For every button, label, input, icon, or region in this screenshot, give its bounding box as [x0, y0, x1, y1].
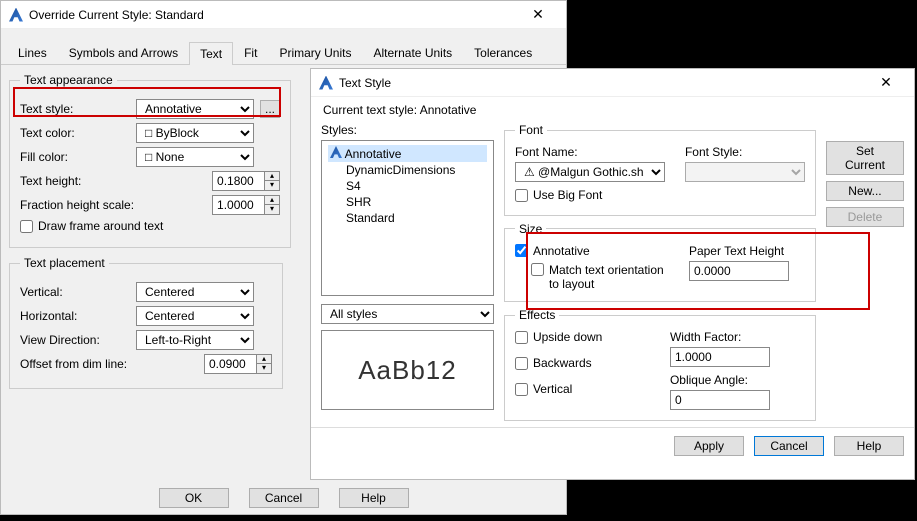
appearance-legend: Text appearance: [20, 73, 117, 87]
text-style-browse-button[interactable]: ...: [260, 100, 280, 118]
font-preview: AaBb12: [321, 330, 494, 410]
placement-legend: Text placement: [20, 256, 109, 270]
oblique-angle-label: Oblique Angle:: [670, 373, 805, 387]
style-item-annotative[interactable]: Annotative: [328, 145, 487, 162]
apply-button[interactable]: Apply: [674, 436, 744, 456]
tab-text[interactable]: Text: [189, 42, 233, 65]
big-font-checkbox[interactable]: Use Big Font: [515, 188, 602, 202]
vertical-checkbox[interactable]: Vertical: [515, 382, 650, 396]
tab-alternate[interactable]: Alternate Units: [362, 41, 463, 64]
style-item[interactable]: DynamicDimensions: [328, 162, 487, 178]
new-button[interactable]: New...: [826, 181, 904, 201]
dlg1-buttons: OK Cancel Help: [1, 488, 566, 508]
text-color-label: Text color:: [20, 126, 130, 140]
style-filter-select[interactable]: All styles: [321, 304, 494, 324]
size-annotative-checkbox[interactable]: Annotative: [515, 244, 590, 258]
dlg1-tabs: Lines Symbols and Arrows Text Fit Primar…: [1, 37, 566, 65]
horizontal-select[interactable]: Centered: [136, 306, 254, 326]
dlg1-title: Override Current Style: Standard: [29, 8, 204, 22]
fraction-stepper[interactable]: ▴▾: [212, 195, 280, 215]
font-group: Font Font Name: ⚠ @Malgun Gothic.shx Fon…: [504, 123, 816, 216]
oblique-angle-field[interactable]: [670, 390, 770, 410]
text-height-stepper[interactable]: ▴▾: [212, 171, 280, 191]
match-orientation-checkbox[interactable]: Match text orientation to layout: [531, 263, 669, 291]
offset-label: Offset from dim line:: [20, 357, 150, 371]
horizontal-label: Horizontal:: [20, 309, 130, 323]
width-factor-label: Width Factor:: [670, 330, 805, 344]
tab-tolerances[interactable]: Tolerances: [463, 41, 543, 64]
font-name-label: Font Name:: [515, 145, 665, 159]
annotative-icon: [330, 146, 342, 158]
app-icon: [9, 8, 23, 22]
vertical-select[interactable]: Centered: [136, 282, 254, 302]
size-legend: Size: [515, 222, 546, 236]
text-style-select[interactable]: Annotative: [136, 99, 254, 119]
fill-color-label: Fill color:: [20, 150, 130, 164]
tab-symbols[interactable]: Symbols and Arrows: [58, 41, 189, 64]
styles-listbox[interactable]: Annotative DynamicDimensions S4 SHR Stan…: [321, 140, 494, 296]
help-button[interactable]: Help: [834, 436, 904, 456]
font-style-label: Font Style:: [685, 145, 805, 159]
close-icon[interactable]: ✕: [866, 74, 906, 91]
dlg2-buttons: Apply Cancel Help: [311, 427, 914, 464]
help-button[interactable]: Help: [339, 488, 409, 508]
style-item[interactable]: S4: [328, 178, 487, 194]
draw-frame-checkbox[interactable]: Draw frame around text: [20, 219, 163, 233]
text-style-label: Text style:: [20, 102, 130, 116]
fraction-label: Fraction height scale:: [20, 198, 170, 212]
dlg1-titlebar: Override Current Style: Standard ✕: [1, 1, 566, 29]
cancel-button[interactable]: Cancel: [754, 436, 824, 456]
width-factor-field[interactable]: [670, 347, 770, 367]
text-height-label: Text height:: [20, 174, 130, 188]
dlg2-titlebar: Text Style ✕: [311, 69, 914, 97]
style-item[interactable]: SHR: [328, 194, 487, 210]
close-icon[interactable]: ✕: [518, 6, 558, 23]
text-color-select[interactable]: □ ByBlock: [136, 123, 254, 143]
tab-fit[interactable]: Fit: [233, 41, 268, 64]
delete-button[interactable]: Delete: [826, 207, 904, 227]
text-placement-group: Text placement Vertical: Centered Horizo…: [9, 256, 283, 389]
size-group: Size Annotative Match text orientation t…: [504, 222, 816, 303]
font-name-select[interactable]: ⚠ @Malgun Gothic.shx: [515, 162, 665, 182]
tab-primary[interactable]: Primary Units: [268, 41, 362, 64]
styles-label: Styles:: [321, 123, 494, 137]
offset-stepper[interactable]: ▴▾: [204, 354, 272, 374]
text-appearance-group: Text appearance Text style: Annotative .…: [9, 73, 291, 248]
font-legend: Font: [515, 123, 547, 137]
font-style-select[interactable]: [685, 162, 805, 182]
fill-color-select[interactable]: □ None: [136, 147, 254, 167]
tab-lines[interactable]: Lines: [7, 41, 58, 64]
viewdir-select[interactable]: Left-to-Right: [136, 330, 254, 350]
dlg2-title: Text Style: [339, 76, 391, 90]
paper-height-label: Paper Text Height: [689, 244, 805, 258]
upside-down-checkbox[interactable]: Upside down: [515, 330, 650, 344]
ok-button[interactable]: OK: [159, 488, 229, 508]
backwards-checkbox[interactable]: Backwards: [515, 356, 650, 370]
cancel-button[interactable]: Cancel: [249, 488, 319, 508]
vertical-label: Vertical:: [20, 285, 130, 299]
app-icon: [319, 76, 333, 90]
set-current-button[interactable]: Set Current: [826, 141, 904, 175]
viewdir-label: View Direction:: [20, 333, 130, 347]
effects-legend: Effects: [515, 308, 559, 322]
current-style-label: Current text style: Annotative: [311, 97, 914, 117]
style-item[interactable]: Standard: [328, 210, 487, 226]
paper-height-field[interactable]: [689, 261, 789, 281]
effects-group: Effects Upside down Backwards Vertical W…: [504, 308, 816, 421]
text-style-dialog: Text Style ✕ Current text style: Annotat…: [310, 68, 915, 480]
